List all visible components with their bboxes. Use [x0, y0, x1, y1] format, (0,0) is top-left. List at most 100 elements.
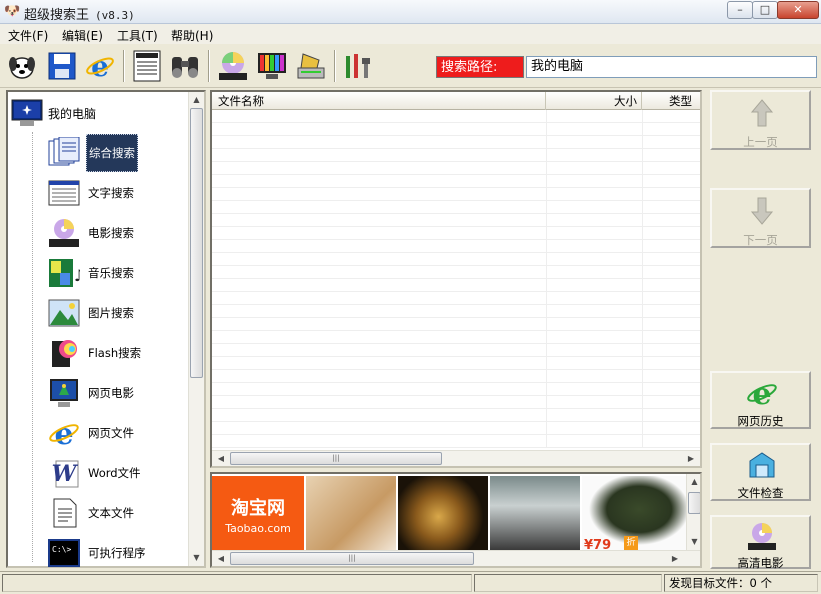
- tree-item-movie-search[interactable]: 电影搜索: [48, 214, 136, 252]
- app-name: 超级搜索王: [24, 8, 90, 23]
- menu-edit[interactable]: 编辑(E): [62, 27, 103, 44]
- maximize-button[interactable]: □: [752, 1, 778, 19]
- column-filename[interactable]: 文件名称: [212, 92, 546, 110]
- tree-item-label: 文字搜索: [88, 186, 134, 200]
- executable-icon: C:\>: [48, 539, 80, 567]
- tree-item-flash-search[interactable]: Flash搜索: [48, 334, 143, 372]
- ad-image-watch[interactable]: [398, 476, 488, 550]
- scroll-down-arrow-icon[interactable]: ▼: [687, 534, 700, 550]
- column-size[interactable]: 大小: [546, 92, 642, 110]
- top-list-icon: [133, 50, 161, 82]
- tree-root-my-computer[interactable]: 我的电脑: [10, 96, 96, 130]
- toolbar-separator: [123, 50, 125, 82]
- prev-page-button[interactable]: 上一页: [710, 90, 811, 150]
- tools-button[interactable]: [340, 48, 376, 84]
- tree-item-label: 可执行程序: [88, 546, 146, 560]
- hd-movie-label: 高清电影: [737, 556, 784, 570]
- next-page-button[interactable]: 下一页: [710, 188, 811, 248]
- tree-item-label: 网页电影: [88, 386, 134, 400]
- scroll-thumb[interactable]: [688, 492, 700, 514]
- minimize-button[interactable]: –: [727, 1, 753, 19]
- ie-button[interactable]: e: [82, 48, 118, 84]
- search-path-label: 搜索路径:: [436, 56, 524, 78]
- arrow-down-icon: [750, 197, 774, 225]
- advertisement-banner[interactable]: 淘宝网 Taobao.com ¥79 折 ▲ ▼ ◀ ||| ▶: [210, 472, 702, 568]
- menu-file[interactable]: 文件(F): [8, 27, 48, 44]
- svg-text:♪: ♪: [74, 266, 80, 285]
- ie-browser-icon: e: [86, 51, 114, 81]
- tree-item-word-file[interactable]: W Word文件: [48, 454, 143, 492]
- scroll-left-arrow-icon[interactable]: ◀: [214, 551, 228, 566]
- hd-movie-button[interactable]: 高清电影: [710, 515, 811, 570]
- scroll-right-arrow-icon[interactable]: ▶: [668, 551, 682, 566]
- scroll-down-arrow-icon[interactable]: ▼: [189, 550, 204, 566]
- tree-item-combined-search[interactable]: 综合搜索: [48, 134, 138, 172]
- tree-item-web-movie[interactable]: 网页电影: [48, 374, 136, 412]
- ad-image-furniture[interactable]: [306, 476, 396, 550]
- arrow-up-icon: [750, 99, 774, 127]
- tree-item-label: 音乐搜索: [88, 266, 134, 280]
- menu-help[interactable]: 帮助(H): [171, 27, 213, 44]
- scroll-thumb[interactable]: |||: [230, 552, 474, 565]
- dog-mascot-button[interactable]: [4, 48, 40, 84]
- toolbar-separator: [208, 50, 210, 82]
- word-file-icon: W: [52, 460, 79, 488]
- scroll-left-arrow-icon[interactable]: ◀: [214, 451, 228, 467]
- column-divider: [546, 110, 547, 448]
- tree-item-picture-search[interactable]: 图片搜索: [48, 294, 136, 332]
- next-page-label: 下一页: [743, 233, 778, 247]
- svg-text:C:\>: C:\>: [52, 545, 71, 554]
- save-disk-icon: [48, 52, 76, 80]
- tree-item-text-file[interactable]: 文本文件: [48, 494, 136, 532]
- menu-tools[interactable]: 工具(T): [117, 27, 158, 44]
- top-list-button[interactable]: [129, 48, 165, 84]
- status-panel-1: [2, 574, 472, 592]
- toolbar-separator: [334, 50, 336, 82]
- scroll-thumb[interactable]: [190, 108, 203, 378]
- column-type[interactable]: 类型: [642, 92, 700, 110]
- tree-vertical-scrollbar[interactable]: ▲ ▼: [188, 92, 204, 566]
- close-button[interactable]: ✕: [777, 1, 819, 19]
- tree-item-executable[interactable]: C:\> 可执行程序: [48, 534, 148, 572]
- ad-image-clothing[interactable]: [490, 476, 580, 550]
- binoculars-button[interactable]: [167, 48, 203, 84]
- movie-button[interactable]: [215, 48, 251, 84]
- taobao-name: 淘宝网: [231, 498, 285, 519]
- tree-item-text-search[interactable]: 文字搜索: [48, 174, 136, 212]
- tree-item-music-search[interactable]: ♪ 音乐搜索: [48, 254, 136, 292]
- tree-item-label: 图片搜索: [88, 306, 134, 320]
- tree-item-label: Word文件: [88, 466, 141, 480]
- web-history-button[interactable]: e 网页历史: [710, 371, 811, 429]
- scanner-button[interactable]: [293, 48, 329, 84]
- movie-disc-icon: [219, 52, 247, 80]
- menu-bar: 文件(F) 编辑(E) 工具(T) 帮助(H): [0, 24, 821, 44]
- tree-item-label: 网页文件: [88, 426, 134, 440]
- combined-search-icon: [48, 137, 80, 166]
- tree-item-label: 电影搜索: [88, 226, 134, 240]
- scroll-up-arrow-icon[interactable]: ▲: [687, 474, 700, 490]
- save-button[interactable]: [44, 48, 80, 84]
- taobao-logo[interactable]: 淘宝网 Taobao.com: [212, 476, 304, 550]
- app-dog-icon: 🐶: [4, 4, 21, 19]
- web-history-label: 网页历史: [737, 414, 784, 428]
- file-list-rows[interactable]: [212, 110, 700, 448]
- svg-text:W: W: [52, 461, 79, 487]
- search-path-input[interactable]: 我的电脑: [526, 56, 817, 78]
- status-panel-2: [474, 574, 662, 592]
- ad-vertical-scrollbar[interactable]: ▲ ▼: [686, 474, 700, 550]
- monitor-icon: [258, 53, 286, 79]
- app-version: (v8.3): [95, 9, 135, 22]
- monitor-button[interactable]: [254, 48, 290, 84]
- file-check-icon: [749, 452, 775, 478]
- ad-horizontal-scrollbar[interactable]: ◀ ||| ▶: [212, 550, 700, 566]
- window-title: 超级搜索王 (v8.3): [24, 4, 135, 23]
- file-check-button[interactable]: 文件检查: [710, 443, 811, 501]
- status-bar: 发现目标文件：0 个: [0, 571, 821, 594]
- file-list-horizontal-scrollbar[interactable]: ◀ ||| ▶: [212, 450, 700, 466]
- tree-item-web-file[interactable]: e 网页文件: [48, 414, 136, 452]
- scroll-thumb[interactable]: |||: [230, 452, 442, 465]
- scroll-right-arrow-icon[interactable]: ▶: [684, 451, 698, 467]
- scroll-up-arrow-icon[interactable]: ▲: [189, 92, 204, 108]
- svg-text:e: e: [54, 417, 73, 449]
- tree-guide-line: [32, 132, 33, 562]
